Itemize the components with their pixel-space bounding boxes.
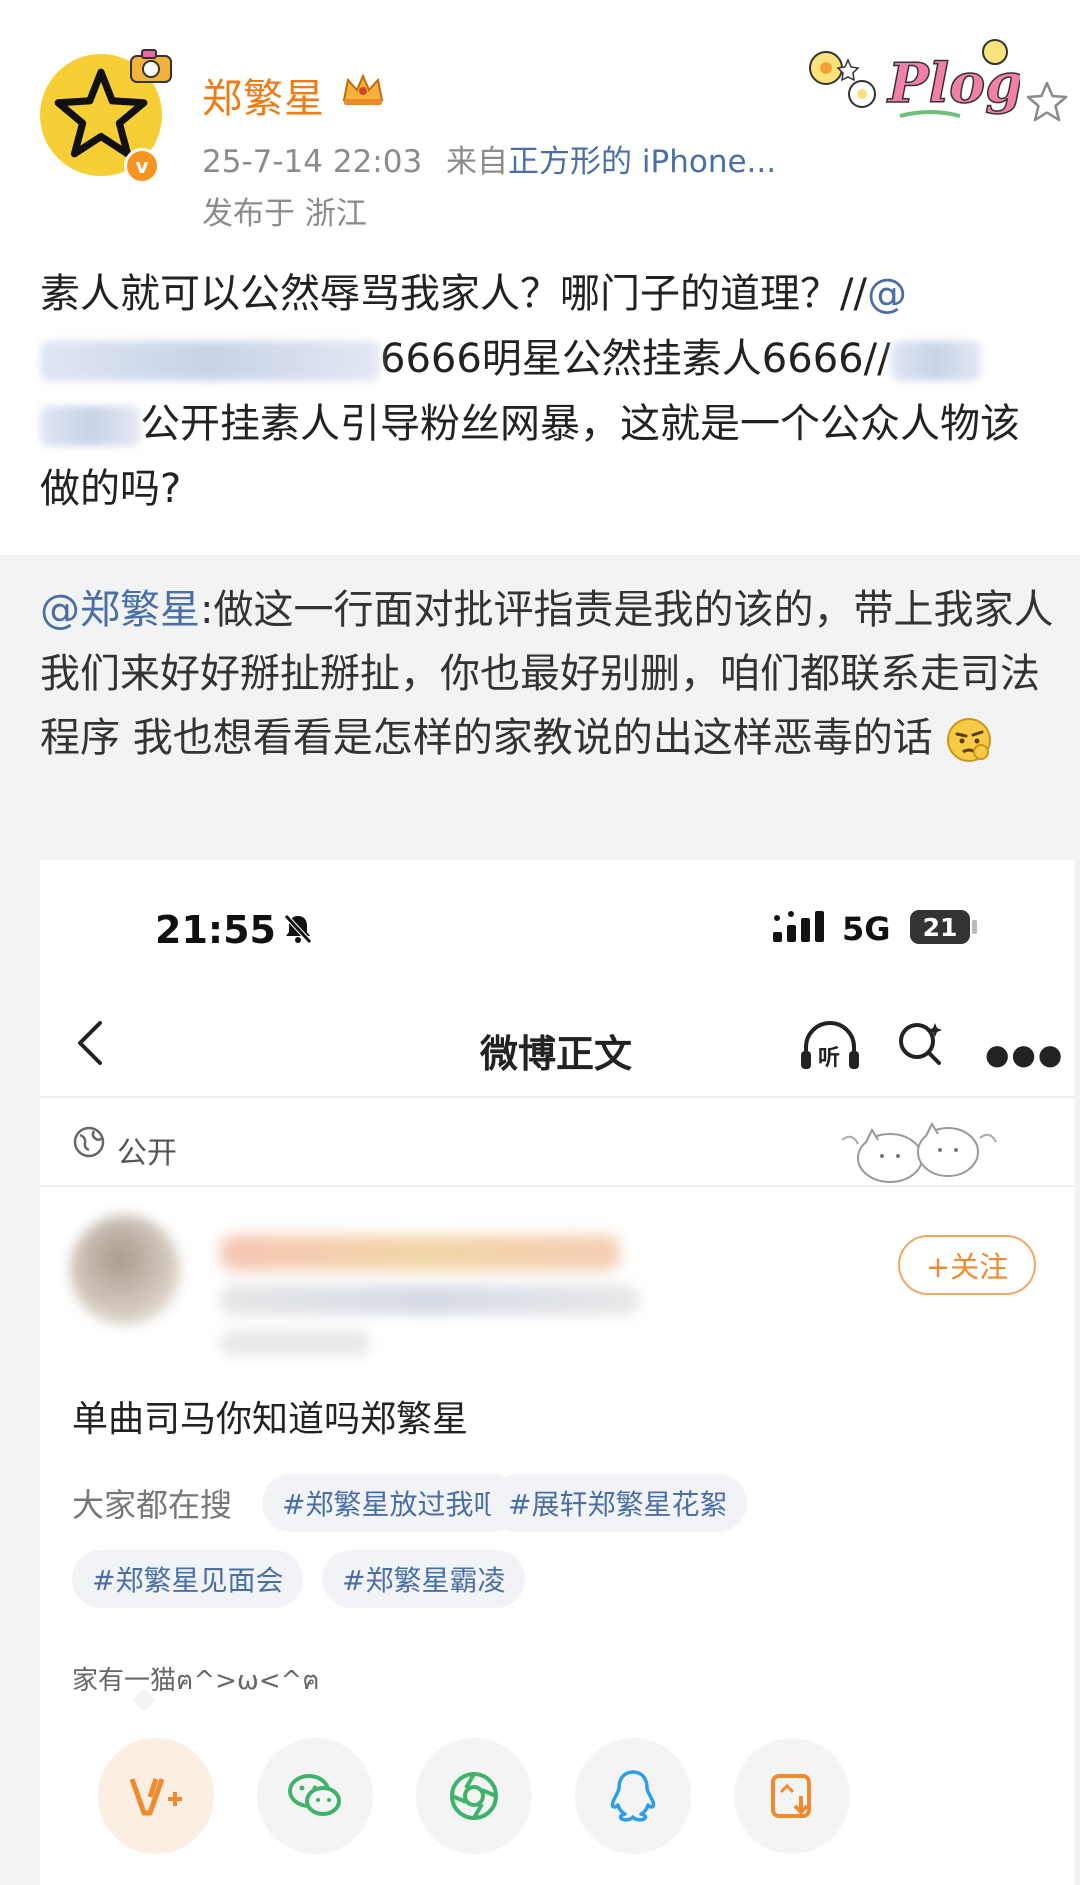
post-date: 25-7-14 22:03 bbox=[202, 144, 423, 180]
share-caption: 家有一猫ฅ^>ω<^ฅ bbox=[72, 1666, 320, 1696]
more-options-icon[interactable]: ●●● bbox=[985, 1038, 1064, 1071]
post-text-a: 素人就可以公然辱骂我家人？哪门子的道理？// bbox=[40, 271, 867, 317]
post-text: 单曲司马你知道吗郑繁星 bbox=[72, 1399, 469, 1440]
plog-sticker-icon: Plog bbox=[809, 39, 1020, 118]
username[interactable]: 郑繁星 bbox=[202, 66, 325, 124]
quote-mention[interactable]: @郑繁星 bbox=[40, 587, 200, 633]
cats-sticker-icon bbox=[841, 1121, 997, 1183]
post-text-b: 6666明星公然挂素人6666// bbox=[380, 336, 891, 382]
battery-indicator: 21 bbox=[910, 910, 970, 944]
star-outline-icon[interactable] bbox=[1025, 80, 1069, 124]
globe-icon bbox=[73, 1126, 105, 1158]
mention-link[interactable]: @ bbox=[867, 271, 907, 317]
back-arrow-icon[interactable] bbox=[70, 1015, 110, 1071]
blurred-username bbox=[40, 341, 380, 381]
share-wechat-button[interactable] bbox=[257, 1738, 373, 1854]
headphones-listen-icon[interactable]: 听 bbox=[798, 1015, 862, 1075]
share-weibo-button[interactable] bbox=[98, 1738, 214, 1854]
skeptical-emoji-icon bbox=[947, 718, 992, 762]
share-qq-button[interactable] bbox=[575, 1738, 691, 1854]
blurred-user-meta bbox=[220, 1285, 640, 1315]
source-prefix: 来自 bbox=[446, 144, 509, 180]
embedded-screenshot[interactable]: 21:55 5G 21 微博正文 听 ●●● 公开 +关注 单曲司马你知道吗郑繁… bbox=[40, 860, 1075, 1885]
quoted-post-text: @郑繁星:做这一行面对批评指责是我的该的，带上我家人我们来好好掰扯掰扯，你也最好… bbox=[40, 578, 1055, 770]
status-time: 21:55 bbox=[155, 908, 276, 952]
trending-tag[interactable]: #郑繁星霸凌 bbox=[322, 1550, 526, 1608]
network-type: 5G bbox=[842, 910, 891, 948]
post-text: 素人就可以公然辱骂我家人？哪门子的道理？//@ 6666明星公然挂素人6666/… bbox=[40, 262, 1050, 522]
moments-icon bbox=[450, 1772, 498, 1820]
post-location: 发布于 浙江 bbox=[202, 196, 367, 232]
trending-tag[interactable]: #展轩郑繁星花絮 bbox=[488, 1474, 748, 1532]
post-text-c: 公开挂素人引导粉丝网暴，这就是一个公众人物该做的吗? bbox=[40, 401, 1020, 512]
weibo-icon bbox=[129, 1778, 182, 1816]
blurred-username[interactable] bbox=[220, 1235, 620, 1271]
trending-tag[interactable]: #郑繁星放过我吧 bbox=[262, 1474, 522, 1532]
blurred-username bbox=[890, 341, 981, 381]
crown-icon bbox=[342, 73, 384, 105]
battery-tip bbox=[972, 920, 977, 934]
blurred-avatar[interactable] bbox=[70, 1215, 180, 1325]
trending-tag[interactable]: #郑繁星见面会 bbox=[72, 1550, 304, 1608]
trending-label: 大家都在搜 bbox=[72, 1486, 233, 1524]
post-meta: 25-7-14 22:03 来自正方形的 iPhone... bbox=[202, 136, 776, 181]
share-moments-button[interactable] bbox=[416, 1738, 532, 1854]
follow-button[interactable]: +关注 bbox=[898, 1235, 1036, 1295]
divider bbox=[40, 1096, 1075, 1098]
wechat-icon bbox=[288, 1774, 341, 1816]
visibility-label: 公开 bbox=[117, 1136, 177, 1171]
camera-sticker-icon bbox=[130, 49, 172, 83]
qq-icon bbox=[610, 1770, 656, 1822]
search-icon[interactable] bbox=[895, 1017, 947, 1069]
save-image-icon bbox=[771, 1774, 811, 1818]
blurred-post-time bbox=[220, 1330, 370, 1356]
save-image-button[interactable] bbox=[734, 1738, 850, 1854]
blurred-username bbox=[40, 406, 140, 446]
divider bbox=[40, 1185, 1075, 1187]
page-title: 微博正文 bbox=[480, 1032, 633, 1076]
bell-muted-icon bbox=[284, 914, 312, 944]
listen-label: 听 bbox=[818, 1046, 840, 1071]
verified-badge-icon: v bbox=[124, 148, 160, 184]
signal-icon bbox=[773, 911, 824, 942]
post-source[interactable]: 正方形的 iPhone... bbox=[508, 144, 776, 180]
